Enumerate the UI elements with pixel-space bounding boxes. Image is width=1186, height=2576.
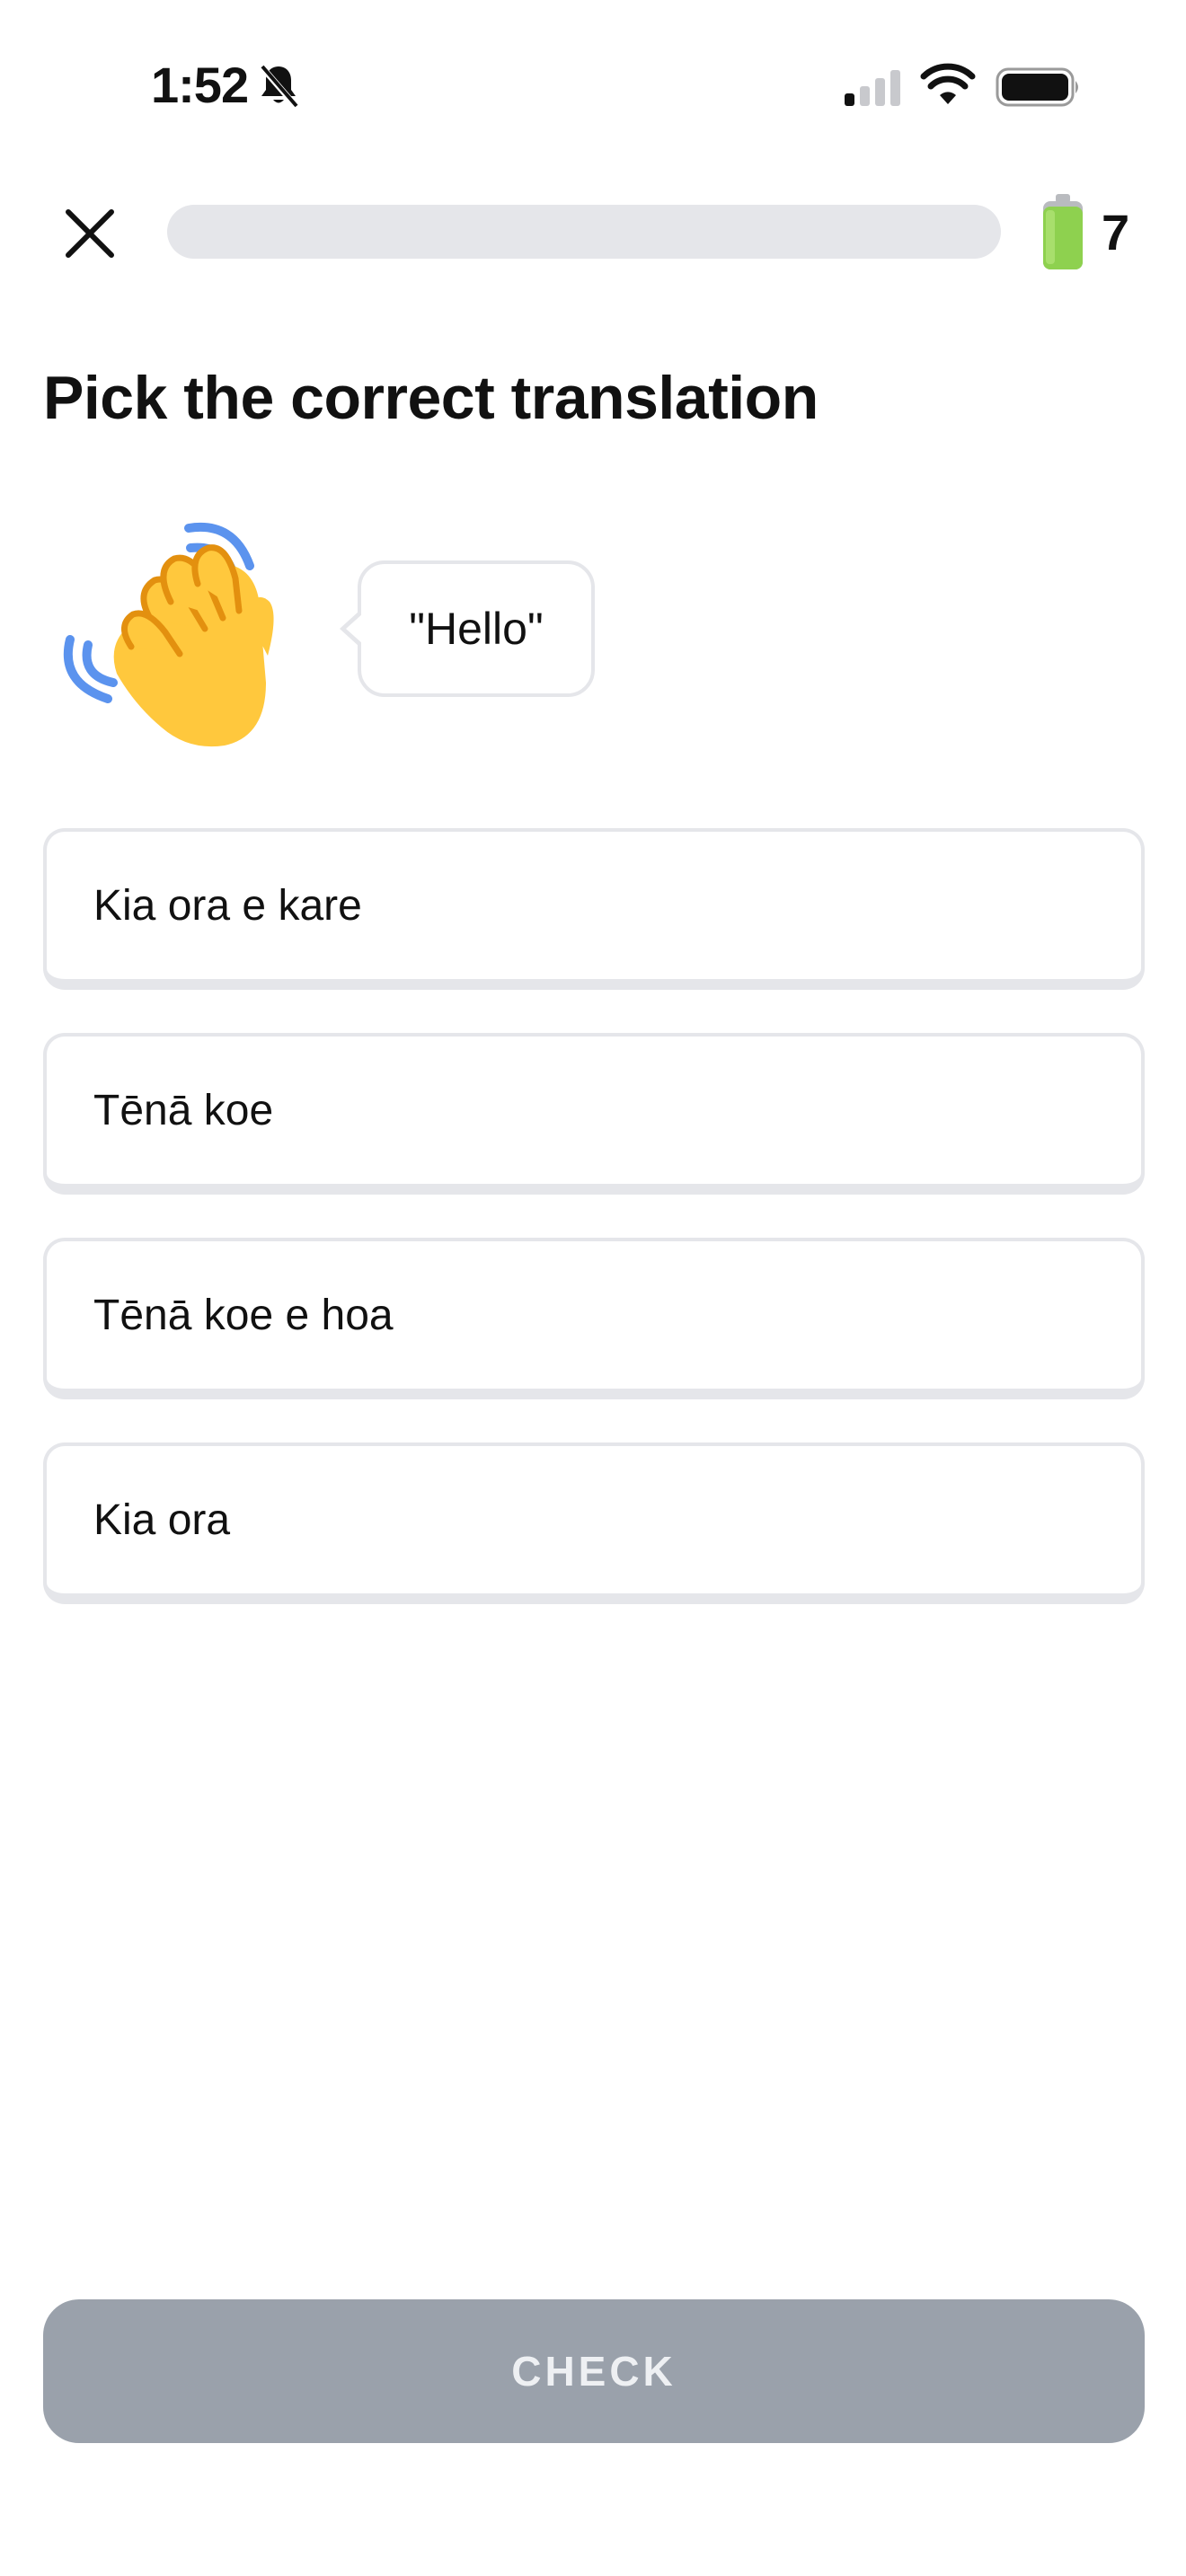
- answer-option-label: Kia ora: [93, 1495, 231, 1544]
- bell-slash-icon: [259, 64, 298, 109]
- check-button-label: CHECK: [511, 2348, 677, 2395]
- close-button[interactable]: [59, 203, 120, 264]
- answer-option-label: Tēnā koe: [93, 1086, 274, 1134]
- check-button[interactable]: CHECK: [43, 2299, 1145, 2443]
- answer-option[interactable]: Tēnā koe e hoa: [43, 1238, 1145, 1399]
- answer-option-label: Tēnā koe e hoa: [93, 1291, 394, 1339]
- status-bar: 1:52: [0, 0, 1186, 171]
- close-icon: [66, 209, 114, 258]
- status-time: 1:52: [151, 57, 249, 113]
- energy-count: 7: [1102, 204, 1130, 260]
- answer-option[interactable]: Tēnā koe: [43, 1033, 1145, 1195]
- page-title: Pick the correct translation: [43, 364, 819, 432]
- waving-hand-icon: [63, 522, 274, 747]
- battery-icon: [996, 67, 1078, 107]
- lesson-progress-bar: [167, 205, 1001, 259]
- prompt-speech-bubble: "Hello": [340, 560, 595, 697]
- lesson-screen: 1:52 7 Pick the correct translation "Hel…: [0, 0, 1186, 2576]
- answer-option-label: Kia ora e kare: [93, 881, 362, 930]
- prompt-text: "Hello": [409, 604, 544, 654]
- answer-options: Kia ora e kare Tēnā koe Tēnā koe e hoa K…: [43, 828, 1145, 1647]
- cellular-signal-icon: [845, 70, 900, 106]
- answer-option[interactable]: Kia ora e kare: [43, 828, 1145, 990]
- answer-option[interactable]: Kia ora: [43, 1442, 1145, 1604]
- wifi-icon: [920, 63, 976, 104]
- battery-energy-icon: [1043, 194, 1083, 269]
